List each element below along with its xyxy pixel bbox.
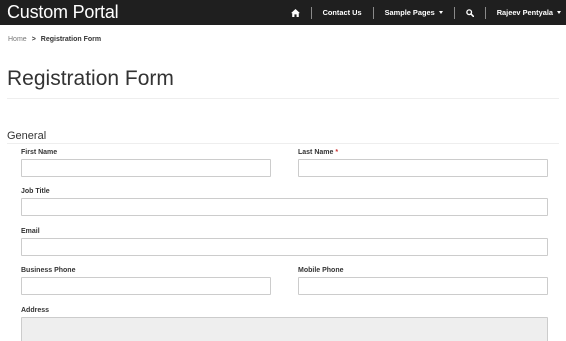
user-menu-dropdown[interactable]: Rajeev Pentyala (486, 0, 566, 25)
search-icon (465, 8, 474, 17)
required-marker: * (335, 149, 339, 156)
chevron-down-icon (557, 11, 561, 14)
job-title-field[interactable] (21, 198, 548, 216)
user-name: Rajeev Pentyala (496, 8, 553, 17)
first-name-label: First Name (21, 149, 58, 156)
home-icon (290, 8, 300, 17)
breadcrumb-current: Registration Form (40, 36, 102, 43)
contact-us-link[interactable]: Contact Us (312, 0, 373, 25)
top-navbar: Custom Portal Contact Us Sample Pages Ra… (0, 0, 566, 25)
business-phone-label: Business Phone (21, 267, 76, 274)
mobile-phone-field[interactable] (298, 277, 548, 295)
section-divider (7, 143, 559, 144)
nav-menu: Contact Us Sample Pages Rajeev Pentyala (280, 0, 566, 25)
breadcrumb-separator: > (31, 36, 36, 43)
brand-title[interactable]: Custom Portal (7, 1, 119, 24)
address-label: Address (21, 307, 50, 314)
job-title-label: Job Title (21, 188, 50, 195)
email-field[interactable] (21, 238, 548, 256)
page-title: Registration Form (7, 67, 174, 90)
section-title-general: General (7, 130, 47, 142)
last-name-label: Last Name * (298, 149, 339, 156)
first-name-field[interactable] (21, 159, 271, 177)
sample-pages-dropdown[interactable]: Sample Pages (374, 0, 454, 25)
title-divider (7, 98, 559, 99)
address-field[interactable] (21, 317, 548, 341)
email-label: Email (21, 228, 40, 235)
sample-pages-label: Sample Pages (384, 8, 435, 17)
breadcrumb: Home > Registration Form (8, 36, 101, 43)
home-link[interactable] (280, 0, 311, 25)
chevron-down-icon (438, 11, 443, 14)
business-phone-field[interactable] (21, 277, 271, 295)
breadcrumb-home-link[interactable]: Home (8, 36, 27, 43)
last-name-field[interactable] (298, 159, 548, 177)
mobile-phone-label: Mobile Phone (298, 267, 344, 274)
search-button[interactable] (455, 0, 485, 25)
